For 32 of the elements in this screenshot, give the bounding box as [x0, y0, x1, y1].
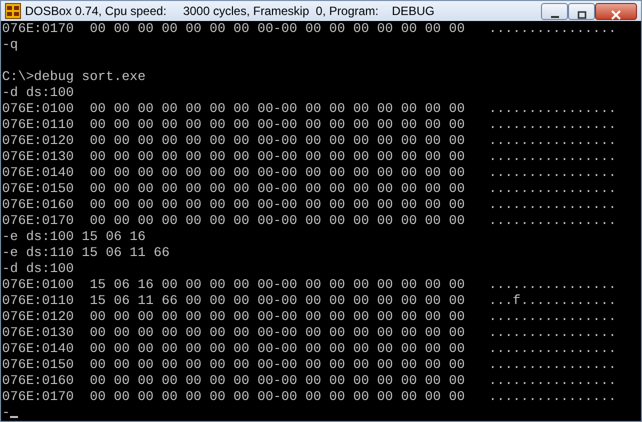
console-line: 076E:0100 00 00 00 00 00 00 00 00-00 00 00 00 00 00 00 00 ................ [2, 101, 616, 116]
console-line: -d ds:100 [2, 85, 74, 100]
console-line: 076E:0100 15 06 16 00 00 00 00 00-00 00 00 00 00 00 00 00 ................ [2, 277, 616, 292]
console-line: -q [2, 37, 18, 52]
text-cursor [10, 416, 18, 418]
console-line: 076E:0140 00 00 00 00 00 00 00 00-00 00 00 00 00 00 00 00 ................ [2, 165, 616, 180]
close-icon [611, 10, 621, 20]
minimize-button[interactable] [541, 2, 568, 20]
console-line: 076E:0150 00 00 00 00 00 00 00 00-00 00 00 00 00 00 00 00 ................ [2, 357, 616, 372]
console-line: 076E:0160 00 00 00 00 00 00 00 00-00 00 00 00 00 00 00 00 ................ [2, 373, 616, 388]
console-line: 076E:0120 00 00 00 00 00 00 00 00-00 00 00 00 00 00 00 00 ................ [2, 133, 616, 148]
console-line: 076E:0170 00 00 00 00 00 00 00 00-00 00 00 00 00 00 00 00 ................ [2, 389, 616, 404]
console-line: 076E:0150 00 00 00 00 00 00 00 00-00 00 00 00 00 00 00 00 ................ [2, 181, 616, 196]
console-line: 076E:0110 00 00 00 00 00 00 00 00-00 00 00 00 00 00 00 00 ................ [2, 117, 616, 132]
maximize-button[interactable] [568, 2, 595, 20]
console-line: 076E:0170 00 00 00 00 00 00 00 00-00 00 00 00 00 00 00 00 ................ [2, 21, 616, 36]
console-line: 076E:0130 00 00 00 00 00 00 00 00-00 00 00 00 00 00 00 00 ................ [2, 149, 616, 164]
console-line: C:\>debug sort.exe [2, 69, 146, 84]
console-line: 076E:0140 00 00 00 00 00 00 00 00-00 00 00 00 00 00 00 00 ................ [2, 341, 616, 356]
window-title: DOSBox 0.74, Cpu speed: 3000 cycles, Frameskip 0, Program: DEBUG [25, 3, 434, 20]
console-line: 076E:0170 00 00 00 00 00 00 00 00-00 00 00 00 00 00 00 00 ................ [2, 213, 616, 228]
maximize-icon [576, 10, 586, 20]
close-button[interactable] [595, 2, 637, 20]
console-line: 076E:0110 15 06 11 66 00 00 00 00-00 00 00 00 00 00 00 00 ...f............ [2, 293, 616, 308]
command-prompt: - [2, 405, 10, 420]
console-line: -e ds:100 15 06 16 [2, 229, 146, 244]
console-line: -e ds:110 15 06 11 66 [2, 245, 170, 260]
console-line: 076E:0130 00 00 00 00 00 00 00 00-00 00 00 00 00 00 00 00 ................ [2, 325, 616, 340]
console-line: 076E:0160 00 00 00 00 00 00 00 00-00 00 00 00 00 00 00 00 ................ [2, 197, 616, 212]
console-line: 076E:0120 00 00 00 00 00 00 00 00-00 00 00 00 00 00 00 00 ................ [2, 309, 616, 324]
dosbox-logo-icon [5, 3, 21, 19]
console-line: -d ds:100 [2, 261, 74, 276]
